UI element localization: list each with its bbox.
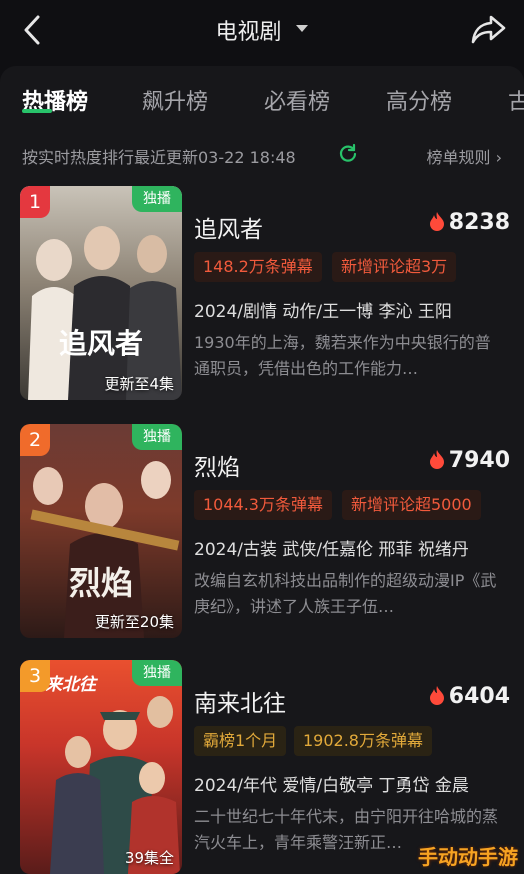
tab-high-score[interactable]: 高分榜 <box>386 84 452 116</box>
episode-update-label: 39集全 <box>124 849 174 867</box>
show-title[interactable]: 烈焰 <box>194 448 240 482</box>
rank-badge: 1 <box>20 186 50 218</box>
title-dropdown[interactable]: 电视剧 <box>0 14 524 46</box>
show-description: 改编自玄机科技出品制作的超级动漫IP《武庚纪》，讲述了人族王子伍… <box>194 571 497 616</box>
list-item[interactable]: 烈焰 2 独播 更新至20集 烈焰 7940 1044.3万条弹幕 新增评论超5… <box>20 424 510 640</box>
tab-rising[interactable]: 飙升榜 <box>142 84 208 116</box>
show-meta: 2024/剧情 动作/王一博 李沁 王阳 <box>194 302 452 322</box>
show-title[interactable]: 追风者 <box>194 210 263 244</box>
flame-icon <box>429 212 444 231</box>
update-time-text: 按实时热度排行最近更新03-22 18:48 <box>22 148 296 167</box>
flame-icon <box>429 686 444 705</box>
poster-title-text: 追风者 <box>58 327 143 360</box>
rank-badge: 2 <box>20 424 50 456</box>
danmaku-tag: 148.2万条弹幕 <box>194 252 322 282</box>
ranking-tabs: 热播榜 飙升榜 必看榜 高分榜 古 <box>0 84 524 124</box>
comment-tag: 新增评论超3万 <box>332 252 457 282</box>
share-icon <box>471 15 506 44</box>
active-tab-indicator <box>22 109 52 113</box>
poster-title-text: 烈焰 <box>68 564 133 602</box>
show-description: 1930年的上海，魏若来作为中央银行的普通职员，凭借出色的工作能力… <box>194 333 491 378</box>
poster-image[interactable]: 南来北往 3 独播 39集全 <box>20 660 182 874</box>
exclusive-badge: 独播 <box>132 660 182 686</box>
heat-value: 6404 <box>448 684 510 709</box>
heat-value: 7940 <box>448 448 510 473</box>
danmaku-tag: 1902.8万条弹幕 <box>294 726 432 756</box>
episode-update-label: 更新至4集 <box>104 375 174 393</box>
tab-classic[interactable]: 古 <box>508 84 524 116</box>
show-title[interactable]: 南来北往 <box>194 684 286 718</box>
page-title: 电视剧 <box>215 20 282 45</box>
poster-image[interactable]: 烈焰 2 独播 更新至20集 <box>20 424 182 638</box>
heat-score: 8238 <box>429 210 510 235</box>
watermark-logo: 手动动手游 <box>418 845 518 869</box>
poster-figures <box>30 461 180 638</box>
show-meta: 2024/年代 爱情/白敬亭 丁勇岱 金晨 <box>194 776 469 796</box>
update-bar: 按实时热度排行最近更新03-22 18:48 榜单规则 › <box>22 143 503 168</box>
heat-value: 8238 <box>448 210 510 235</box>
show-info: 追风者 8238 148.2万条弹幕 新增评论超3万 2024/剧情 动作/王一… <box>194 186 510 400</box>
share-button[interactable] <box>470 12 508 46</box>
heat-score: 6404 <box>429 684 510 709</box>
danmaku-tag: 1044.3万条弹幕 <box>194 490 332 520</box>
show-meta: 2024/古装 武侠/任嘉伦 邢菲 祝绪丹 <box>194 540 469 560</box>
ranking-rules-link[interactable]: 榜单规则 › <box>427 144 503 168</box>
show-info: 烈焰 7940 1044.3万条弹幕 新增评论超5000 2024/古装 武侠/… <box>194 424 510 638</box>
rank-badge: 3 <box>20 660 50 692</box>
list-item[interactable]: 追风者 1 独播 更新至4集 追风者 8238 148.2万条弹幕 新增评论超3… <box>20 186 510 402</box>
refresh-icon[interactable] <box>338 143 358 163</box>
heat-score: 7940 <box>429 448 510 473</box>
tab-must-watch[interactable]: 必看榜 <box>264 84 330 116</box>
episode-update-label: 更新至20集 <box>94 613 174 631</box>
comment-tag: 新增评论超5000 <box>342 490 481 520</box>
top-bar: 电视剧 <box>0 0 524 62</box>
poster-figures <box>28 226 182 400</box>
flame-icon <box>429 450 444 469</box>
exclusive-badge: 独播 <box>132 424 182 450</box>
exclusive-badge: 独播 <box>132 186 182 212</box>
poster-image[interactable]: 追风者 1 独播 更新至4集 <box>20 186 182 400</box>
caret-down-icon <box>295 24 308 32</box>
chart-streak-tag: 霸榜1个月 <box>194 726 287 756</box>
